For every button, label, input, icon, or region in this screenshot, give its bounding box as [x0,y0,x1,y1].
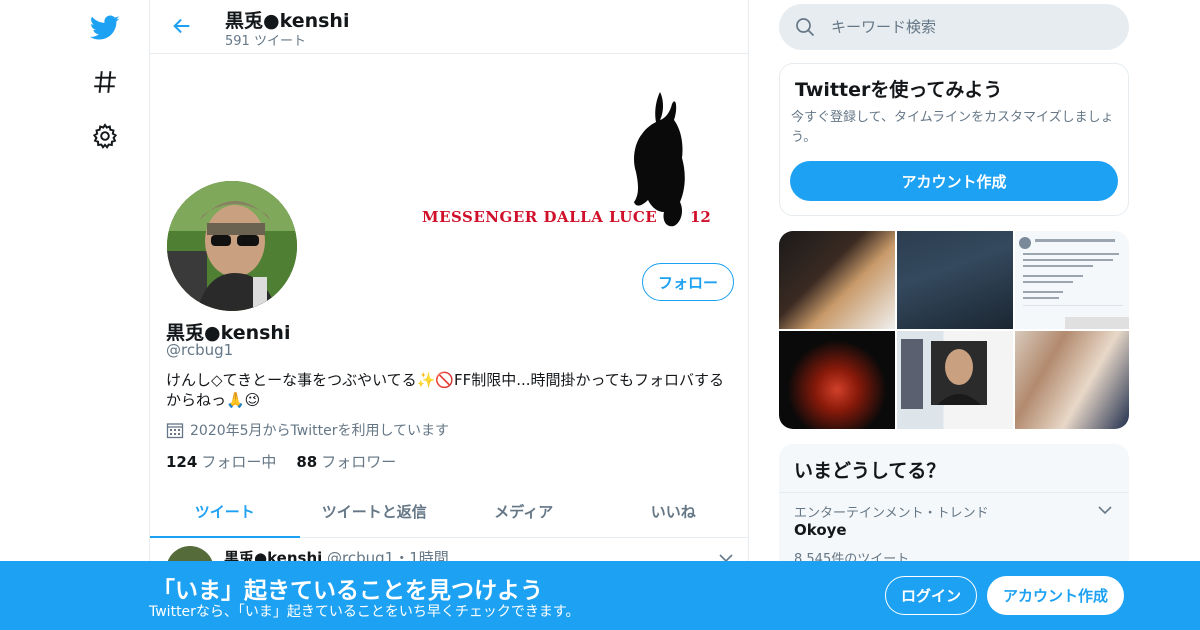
divider [779,492,1129,493]
following-link[interactable]: 124 フォロー中 [166,451,276,472]
trend-name[interactable]: Okoye [794,521,847,539]
banner-number: 12 [690,208,711,226]
signup-button[interactable]: アカウント作成 [987,576,1124,615]
search-icon [796,18,815,37]
followers-count: 88 [296,453,318,471]
signup-title: Twitterを使ってみよう [795,79,1003,101]
news-photo-image [901,339,987,409]
trends-title: いまどうしてる？ [794,460,946,482]
media-thumbnail[interactable] [779,231,895,329]
back-arrow-icon[interactable] [166,10,198,42]
media-thumbnail[interactable] [897,231,1013,329]
hashtag-icon[interactable] [85,62,125,102]
signup-card: Twitterを使ってみよう 今すぐ登録して、タイムラインをカスタマイズしましょ… [779,63,1129,216]
search-bar[interactable] [779,4,1129,50]
create-account-button[interactable]: アカウント作成 [790,161,1118,201]
following-label: フォロー中 [201,453,277,471]
tab-media[interactable]: メディア [449,486,599,537]
media-thumbnail[interactable] [897,331,1013,429]
media-thumbnail[interactable] [779,331,895,429]
signup-description: 今すぐ登録して、タイムラインをカスタマイズしましょう。 [791,110,1114,145]
banner-text: MESSENGER DALLA LUCE [422,208,658,226]
chevron-down-icon[interactable] [1097,502,1113,518]
tab-tweets[interactable]: ツイート [150,486,300,538]
profile-joined: 2020年5月からTwitterを利用しています [166,420,449,440]
followers-label: フォロワー [321,453,397,471]
trend-meta: エンターテインメント・トレンド [794,506,989,521]
twitter-bird-icon[interactable] [85,8,125,48]
joined-text: 2020年5月からTwitterを利用しています [190,423,450,439]
login-button[interactable]: ログイン [885,576,977,615]
left-nav [80,0,130,630]
gear-icon[interactable] [85,116,125,156]
followers-link[interactable]: 88 フォロワー [296,451,396,472]
tab-likes[interactable]: いいね [599,486,749,537]
profile-tabs: ツイート ツイートと返信 メディア いいね [150,486,748,538]
follow-button[interactable]: フォロー [642,263,734,301]
profile-handle: @rcbug1 [166,341,234,359]
prompt-subtitle: Twitterなら、「いま」起きていることをいち早くチェックできます。 [149,604,580,620]
search-input[interactable] [831,18,1111,36]
profile-bio: けんし◇てきとーな事をつぶやいてる✨🚫FF制限中...時間掛かってもフォロバする… [166,371,725,409]
header-tweet-count: 591 ツイート [225,34,306,49]
main-column: 黒兎●kenshi 591 ツイート MESSENGER DALLA LUCE … [149,0,749,630]
prompt-title: 「いま」起きていることを見つけよう [152,578,543,604]
avatar[interactable] [164,178,300,314]
calendar-icon [166,423,184,439]
tab-tweets-and-replies[interactable]: ツイートと返信 [300,486,450,537]
following-count: 124 [166,453,198,471]
media-thumbnail[interactable] [1015,331,1129,429]
signup-prompt-bar: 「いま」起きていることを見つけよう Twitterなら、「いま」起きていることを… [0,561,1200,630]
header-name: 黒兎●kenshi [225,10,350,32]
profile-stats: 124 フォロー中 88 フォロワー [166,451,396,472]
media-grid [779,231,1129,429]
tweet-screenshot-image [1019,237,1129,329]
profile-header-bar: 黒兎●kenshi 591 ツイート [150,0,748,54]
media-thumbnail[interactable] [1015,231,1129,329]
